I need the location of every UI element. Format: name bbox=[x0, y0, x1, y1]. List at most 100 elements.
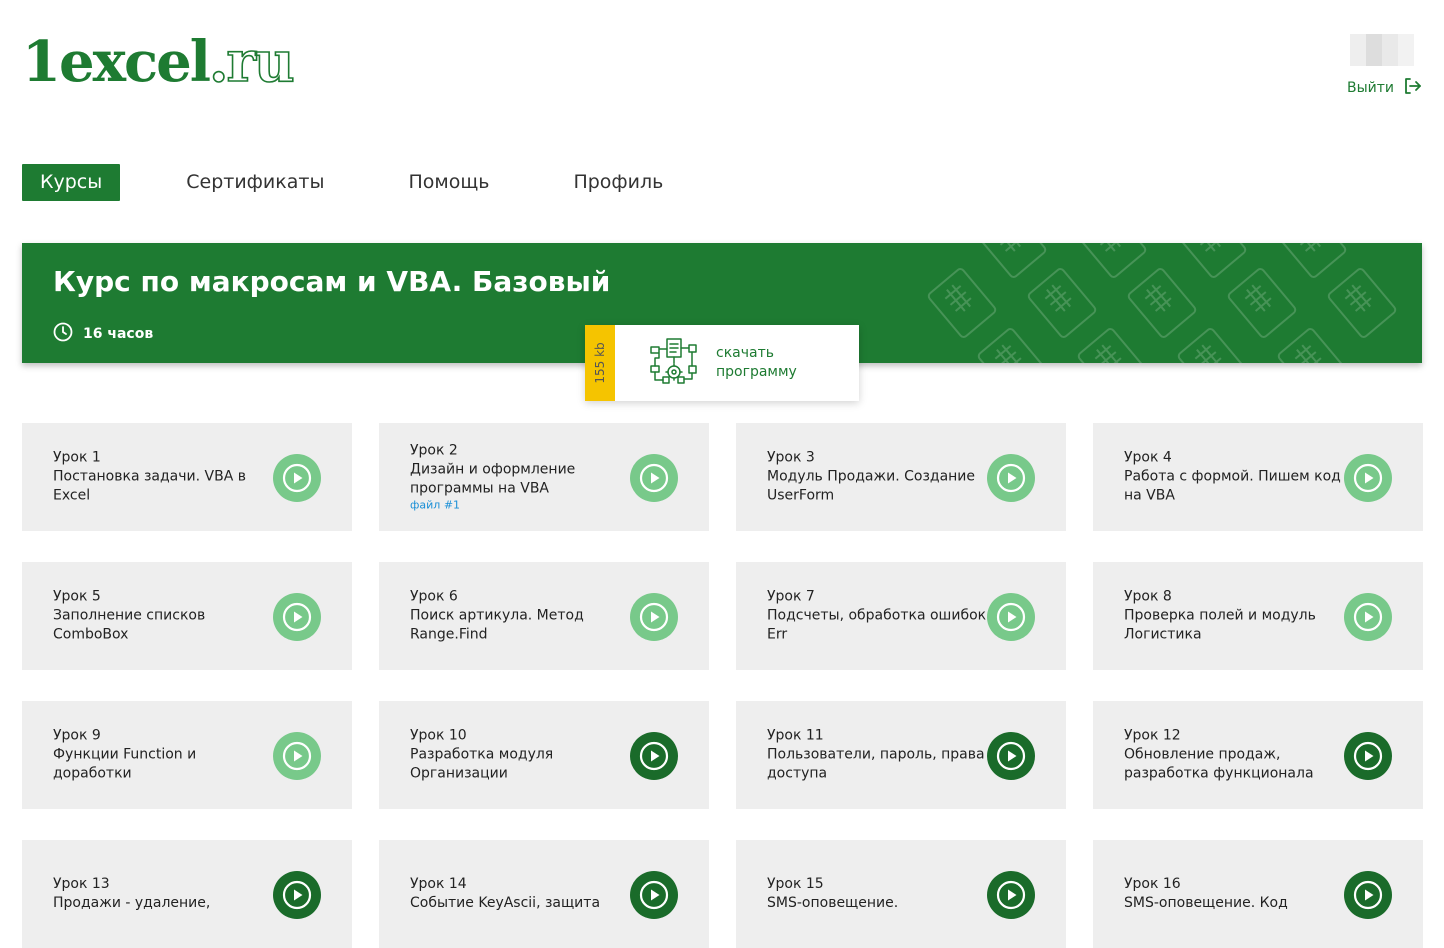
lesson-text: Урок 15 SMS-оповещение. bbox=[767, 875, 989, 913]
lesson-title: Дизайн и оформление программы на VBA bbox=[410, 461, 576, 497]
file-size-badge: 155 kb bbox=[585, 325, 615, 401]
user-avatar[interactable] bbox=[1350, 34, 1414, 66]
play-icon bbox=[1353, 741, 1383, 771]
play-button[interactable] bbox=[630, 871, 678, 919]
lesson-number: Урок 1 bbox=[53, 449, 101, 466]
play-icon bbox=[639, 741, 669, 771]
course-duration-text: 16 часов bbox=[83, 326, 154, 342]
logout-button[interactable]: Выйти bbox=[1347, 76, 1422, 100]
lesson-text: Урок 10 Разработка модуля Организации bbox=[410, 727, 632, 784]
lesson-card[interactable]: Урок 1 Постановка задачи. VBA в Excel bbox=[22, 423, 352, 531]
play-button[interactable] bbox=[630, 593, 678, 641]
lesson-card[interactable]: Урок 16 SMS-оповещение. Код bbox=[1093, 840, 1423, 948]
lesson-text: Урок 2 Дизайн и оформление программы на V… bbox=[410, 442, 632, 513]
play-button[interactable] bbox=[987, 454, 1035, 502]
play-icon bbox=[639, 880, 669, 910]
download-label-line1: скачать bbox=[716, 345, 774, 361]
play-icon bbox=[639, 463, 669, 493]
lesson-card[interactable]: Урок 4 Работа с формой. Пишем код на VBA bbox=[1093, 423, 1423, 531]
lesson-title: Функции Function и доработки bbox=[53, 746, 197, 782]
logo-text-domain: .ru bbox=[208, 29, 295, 95]
lesson-card[interactable]: Урок 8 Проверка полей и модуль Логистика bbox=[1093, 562, 1423, 670]
lesson-number: Урок 10 bbox=[410, 727, 467, 744]
lesson-card[interactable]: Урок 10 Разработка модуля Организации bbox=[379, 701, 709, 809]
play-icon bbox=[996, 602, 1026, 632]
lesson-card[interactable]: Урок 2 Дизайн и оформление программы на V… bbox=[379, 423, 709, 531]
nav-item-profile[interactable]: Профиль bbox=[573, 164, 663, 201]
site-logo[interactable]: 1excel.ru bbox=[22, 29, 295, 95]
lesson-card[interactable]: Урок 14 Событие KeyAscii, защита bbox=[379, 840, 709, 948]
lesson-title: Работа с формой. Пишем код на VBA bbox=[1124, 468, 1341, 504]
play-icon bbox=[1353, 602, 1383, 632]
lesson-card[interactable]: Урок 9 Функции Function и доработки bbox=[22, 701, 352, 809]
lesson-card[interactable]: Урок 7 Подсчеты, обработка ошибок Err bbox=[736, 562, 1066, 670]
play-button[interactable] bbox=[987, 871, 1035, 919]
lesson-number: Урок 16 bbox=[1124, 876, 1181, 892]
play-button[interactable] bbox=[1344, 871, 1392, 919]
lesson-number: Урок 6 bbox=[410, 588, 458, 605]
main-nav: Курсы Сертификаты Помощь Профиль bbox=[22, 164, 747, 201]
lesson-number: Урок 11 bbox=[767, 727, 824, 744]
lesson-number: Урок 5 bbox=[53, 588, 101, 605]
play-button[interactable] bbox=[273, 593, 321, 641]
file-size-text: 155 kb bbox=[593, 342, 607, 384]
lesson-title: Событие KeyAscii, защита bbox=[410, 895, 601, 911]
play-icon bbox=[996, 880, 1026, 910]
lesson-text: Урок 5 Заполнение списков ComboBox bbox=[53, 588, 275, 645]
lesson-text: Урок 7 Подсчеты, обработка ошибок Err bbox=[767, 588, 989, 645]
download-label-line2: программу bbox=[716, 364, 797, 380]
logout-icon bbox=[1402, 76, 1422, 100]
lesson-text: Урок 14 Событие KeyAscii, защита bbox=[410, 875, 632, 913]
lesson-text: Урок 4 Работа с формой. Пишем код на VBA bbox=[1124, 449, 1346, 506]
play-icon bbox=[282, 602, 312, 632]
play-icon bbox=[996, 741, 1026, 771]
play-icon bbox=[282, 741, 312, 771]
play-button[interactable] bbox=[630, 454, 678, 502]
lesson-card[interactable]: Урок 13 Продажи - удаление, bbox=[22, 840, 352, 948]
lesson-card[interactable]: Урок 12 Обновление продаж, разработка фун… bbox=[1093, 701, 1423, 809]
lesson-number: Урок 14 bbox=[410, 876, 467, 892]
download-program-button[interactable]: 155 kb скачать программу bbox=[585, 325, 859, 401]
lesson-title: Постановка задачи. VBA в Excel bbox=[53, 468, 246, 504]
lesson-number: Урок 2 bbox=[410, 442, 458, 459]
lesson-title: SMS-оповещение. bbox=[767, 895, 899, 911]
lesson-number: Урок 8 bbox=[1124, 588, 1172, 605]
play-icon bbox=[1353, 880, 1383, 910]
play-button[interactable] bbox=[1344, 732, 1392, 780]
xls-pattern-decoration bbox=[926, 243, 1398, 363]
lesson-title: Заполнение списков ComboBox bbox=[53, 607, 206, 643]
play-button[interactable] bbox=[987, 732, 1035, 780]
play-icon bbox=[282, 463, 312, 493]
course-duration: 16 часов bbox=[53, 322, 153, 346]
program-scheme-icon bbox=[647, 337, 699, 393]
lesson-card[interactable]: Урок 15 SMS-оповещение. bbox=[736, 840, 1066, 948]
play-icon bbox=[1353, 463, 1383, 493]
nav-item-certificates[interactable]: Сертификаты bbox=[186, 164, 324, 201]
play-button[interactable] bbox=[1344, 593, 1392, 641]
nav-item-help[interactable]: Помощь bbox=[408, 164, 489, 201]
lesson-title: SMS-оповещение. Код bbox=[1124, 895, 1288, 911]
lesson-text: Урок 9 Функции Function и доработки bbox=[53, 727, 275, 784]
lesson-card[interactable]: Урок 3 Модуль Продажи. Создание UserForm bbox=[736, 423, 1066, 531]
lesson-grid: Урок 1 Постановка задачи. VBA в Excel Урок… bbox=[22, 423, 1423, 948]
lesson-text: Урок 12 Обновление продаж, разработка фун… bbox=[1124, 727, 1346, 784]
play-button[interactable] bbox=[273, 732, 321, 780]
play-button[interactable] bbox=[1344, 454, 1392, 502]
lesson-card[interactable]: Урок 5 Заполнение списков ComboBox bbox=[22, 562, 352, 670]
lesson-number: Урок 12 bbox=[1124, 727, 1181, 744]
lesson-title: Продажи - удаление, bbox=[53, 895, 211, 911]
lesson-title: Обновление продаж, разработка функционал… bbox=[1124, 746, 1314, 782]
lesson-title: Модуль Продажи. Создание UserForm bbox=[767, 468, 976, 504]
play-button[interactable] bbox=[630, 732, 678, 780]
lesson-number: Урок 4 bbox=[1124, 449, 1172, 466]
lesson-card[interactable]: Урок 11 Пользователи, пароль, права досту… bbox=[736, 701, 1066, 809]
lesson-card[interactable]: Урок 6 Поиск артикула. Метод Range.Find bbox=[379, 562, 709, 670]
clock-icon bbox=[53, 322, 73, 346]
play-button[interactable] bbox=[987, 593, 1035, 641]
lesson-file-link[interactable]: файл #1 bbox=[410, 499, 632, 513]
play-icon bbox=[282, 880, 312, 910]
play-button[interactable] bbox=[273, 454, 321, 502]
play-button[interactable] bbox=[273, 871, 321, 919]
nav-item-courses[interactable]: Курсы bbox=[22, 164, 121, 201]
logo-text-main: 1excel bbox=[22, 29, 211, 95]
